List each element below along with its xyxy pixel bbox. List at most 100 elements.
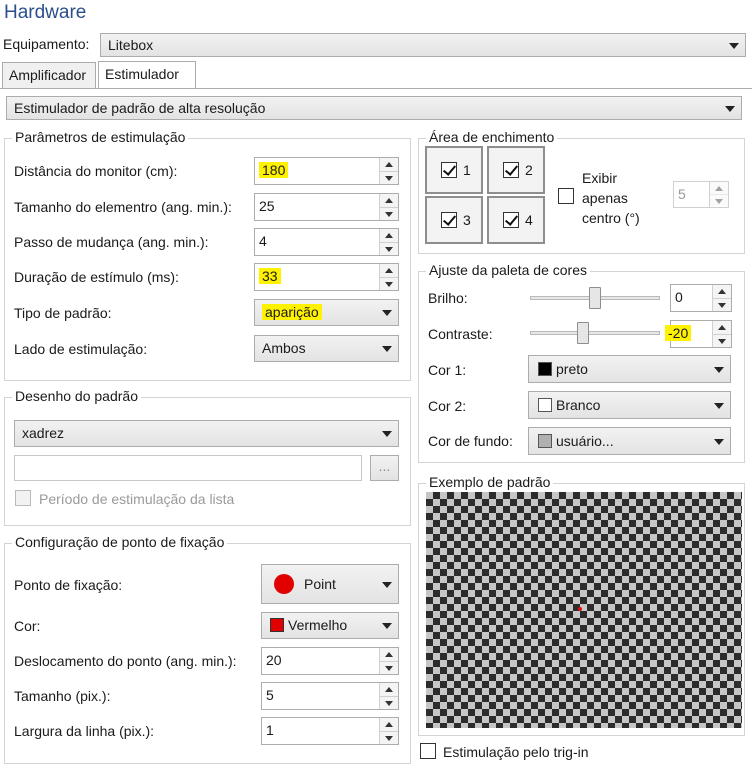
trig-in-label: Estimulação pelo trig-in	[443, 744, 589, 760]
stim-duration-spinner[interactable]: 33	[254, 263, 399, 291]
chevron-down-icon	[382, 582, 392, 588]
fixation-size-value: 5	[266, 687, 274, 703]
background-color-dropdown[interactable]: usuário...	[528, 427, 731, 455]
slider-thumb[interactable]	[577, 322, 589, 344]
spin-up-icon[interactable]	[713, 321, 731, 334]
fixation-color-dropdown[interactable]: Vermelho	[261, 612, 399, 639]
quadrant-2-label: 2	[525, 162, 533, 178]
equipment-dropdown[interactable]: Litebox	[100, 33, 746, 57]
monitor-distance-spinner[interactable]: 180	[254, 157, 399, 185]
spin-buttons[interactable]	[379, 229, 398, 255]
contrast-spinner[interactable]: -20	[665, 320, 732, 348]
quadrant-2[interactable]: 2	[487, 146, 545, 194]
center-only-checkbox[interactable]	[558, 188, 574, 204]
chevron-down-icon	[382, 346, 392, 352]
stim-side-dropdown[interactable]: Ambos	[254, 335, 399, 362]
element-size-value: 25	[259, 198, 275, 214]
tab-amplificador[interactable]: Amplificador	[2, 62, 96, 88]
pattern-design-title: Desenho do padrão	[12, 388, 141, 404]
spin-buttons[interactable]	[379, 718, 398, 744]
spin-buttons[interactable]	[379, 683, 398, 709]
center-only-label: Exibir apenas centro (°)	[582, 170, 640, 226]
color-swatch	[538, 398, 552, 412]
fixation-color-value: Vermelho	[288, 617, 348, 633]
fixation-size-spinner[interactable]: 5	[261, 682, 399, 710]
spin-buttons[interactable]	[379, 264, 398, 290]
spin-buttons[interactable]	[709, 182, 728, 207]
spin-up-icon[interactable]	[710, 182, 728, 194]
spin-up-icon[interactable]	[380, 683, 398, 696]
spin-buttons[interactable]	[379, 194, 398, 220]
spin-up-icon[interactable]	[380, 264, 398, 277]
slider-thumb[interactable]	[589, 287, 601, 309]
color2-dropdown[interactable]: Branco	[528, 391, 731, 419]
palette-title: Ajuste da paleta de cores	[426, 262, 590, 278]
quadrant-4-checkbox[interactable]	[503, 212, 519, 228]
spin-up-icon[interactable]	[380, 229, 398, 242]
slider-track	[530, 331, 660, 335]
point-offset-value: 20	[266, 652, 282, 668]
spin-up-icon[interactable]	[713, 285, 731, 298]
stim-side-label: Lado de estimulação:	[14, 341, 148, 357]
pattern-design-value: xadrez	[22, 425, 65, 441]
spin-buttons[interactable]	[712, 285, 731, 311]
spin-down-icon[interactable]	[713, 298, 731, 311]
line-width-spinner[interactable]: 1	[261, 717, 399, 745]
color-swatch	[270, 618, 284, 632]
spin-buttons[interactable]	[379, 158, 398, 184]
spin-down-icon[interactable]	[710, 194, 728, 206]
quadrant-1[interactable]: 1	[425, 146, 483, 194]
pattern-design-dropdown[interactable]: xadrez	[14, 420, 399, 447]
spin-down-icon[interactable]	[380, 277, 398, 290]
center-degree-spinner[interactable]: 5	[673, 181, 729, 208]
spin-up-icon[interactable]	[380, 194, 398, 207]
spin-down-icon[interactable]	[380, 171, 398, 184]
contrast-slider[interactable]	[530, 321, 660, 345]
spin-down-icon[interactable]	[380, 696, 398, 709]
checkerboard-preview	[426, 492, 742, 728]
spin-buttons[interactable]	[712, 321, 731, 347]
spin-down-icon[interactable]	[713, 334, 731, 347]
change-step-value: 4	[259, 233, 267, 249]
element-size-spinner[interactable]: 25	[254, 193, 399, 221]
chevron-down-icon	[382, 310, 392, 316]
quadrant-2-checkbox[interactable]	[503, 162, 519, 178]
chevron-down-icon	[714, 439, 724, 445]
trig-in-checkbox[interactable]	[420, 743, 436, 759]
spin-buttons[interactable]	[379, 648, 398, 674]
spin-up-icon[interactable]	[380, 158, 398, 171]
pattern-file-input[interactable]	[14, 455, 362, 481]
pattern-type-dropdown[interactable]: aparição	[254, 299, 399, 326]
pattern-type-label: Tipo de padrão:	[14, 305, 112, 321]
monitor-distance-value: 180	[259, 162, 289, 178]
stimulator-type-dropdown[interactable]: Estimulador de padrão de alta resolução	[6, 96, 742, 120]
list-period-checkbox[interactable]	[15, 490, 31, 506]
brightness-slider[interactable]	[530, 286, 660, 310]
background-color-label: Cor de fundo:	[428, 433, 513, 449]
stim-params-title: Parâmetros de estimulação	[12, 129, 189, 145]
spin-down-icon[interactable]	[380, 661, 398, 674]
spin-up-icon[interactable]	[380, 718, 398, 731]
line-width-label: Largura da linha (pix.):	[14, 723, 155, 739]
spin-down-icon[interactable]	[380, 731, 398, 744]
change-step-spinner[interactable]: 4	[254, 228, 399, 256]
fixation-point-dropdown[interactable]: Point	[261, 564, 399, 604]
brightness-spinner[interactable]: 0	[670, 284, 732, 312]
quadrant-3-checkbox[interactable]	[441, 212, 457, 228]
spin-down-icon[interactable]	[380, 207, 398, 220]
quadrant-4[interactable]: 4	[487, 196, 545, 244]
chevron-down-icon	[382, 431, 392, 437]
tab-strip-divider	[0, 88, 752, 89]
color1-dropdown[interactable]: preto	[528, 355, 731, 383]
stim-duration-value: 33	[259, 268, 281, 284]
color-swatch	[538, 362, 552, 376]
quadrant-3[interactable]: 3	[425, 196, 483, 244]
tab-estimulador[interactable]: Estimulador	[98, 61, 196, 88]
color-swatch	[538, 434, 552, 448]
spin-up-icon[interactable]	[380, 648, 398, 661]
browse-button[interactable]: ...	[370, 455, 399, 481]
spin-down-icon[interactable]	[380, 242, 398, 255]
fixation-point-label: Ponto de fixação:	[14, 577, 123, 593]
point-offset-spinner[interactable]: 20	[261, 647, 399, 675]
quadrant-1-checkbox[interactable]	[441, 162, 457, 178]
